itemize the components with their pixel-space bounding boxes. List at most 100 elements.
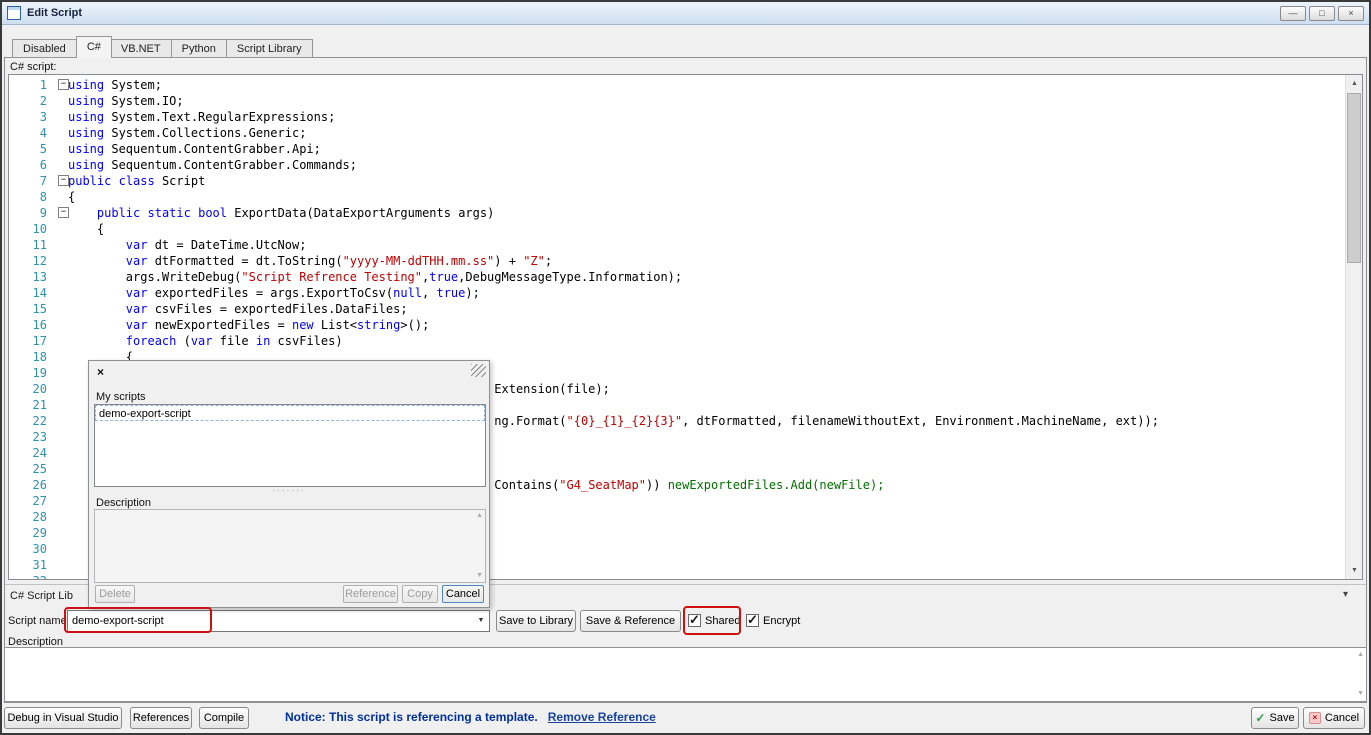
code-text: using System.Collections.Generic; [68, 125, 306, 141]
scroll-down-icon[interactable]: ▼ [1357, 690, 1364, 698]
encrypt-checkbox[interactable] [746, 614, 759, 627]
code-text: foreach (var file in csvFiles) [68, 333, 343, 349]
editor-label: C# script: [10, 61, 56, 73]
tab-script-library[interactable]: Script Library [227, 39, 313, 58]
code-text: using System; [68, 77, 162, 93]
tab-c[interactable]: C# [76, 36, 112, 58]
my-scripts-label: My scripts [96, 391, 146, 403]
description-textarea[interactable] [5, 648, 1366, 701]
splitter-handle-icon[interactable] [89, 487, 489, 495]
code-line-13: 13 args.WriteDebug("Script Refrence Test… [9, 269, 1344, 285]
code-text: var dtFormatted = dt.ToString("yyyy-MM-d… [68, 253, 552, 269]
code-line-10: 10 { [9, 221, 1344, 237]
scroll-down-icon: ▼ [476, 572, 483, 580]
code-line-8: 8{ [9, 189, 1344, 205]
popup-cancel-button[interactable]: Cancel [442, 585, 484, 603]
editor-scrollbar[interactable]: ▲ ▼ [1345, 75, 1362, 579]
popup-description-box: ▲ ▼ [94, 509, 486, 583]
code-line-15: 15 var csvFiles = exportedFiles.DataFile… [9, 301, 1344, 317]
references-button[interactable]: References [130, 707, 192, 729]
popup-description-label: Description [96, 497, 151, 509]
line-number: 18 [9, 349, 47, 365]
code-text: var newExportedFiles = new List<string>(… [68, 317, 429, 333]
line-number: 3 [9, 109, 47, 125]
script-name-label: Script name: [8, 615, 70, 627]
script-name-input[interactable] [68, 611, 472, 631]
code-line-3: 3 using System.Text.RegularExpressions; [9, 109, 1344, 125]
code-text: var csvFiles = exportedFiles.DataFiles; [68, 301, 408, 317]
line-number: 11 [9, 237, 47, 253]
line-number: 29 [9, 525, 47, 541]
combo-dropdown-icon[interactable]: ▼ [473, 611, 489, 631]
save-and-reference-button[interactable]: Save & Reference [580, 610, 681, 632]
line-number: 1 [9, 77, 47, 93]
line-number: 12 [9, 253, 47, 269]
shared-checkbox[interactable] [688, 614, 701, 627]
line-number: 27 [9, 493, 47, 509]
save-check-icon: ✓ [1255, 711, 1265, 725]
compile-button[interactable]: Compile [199, 707, 249, 729]
line-number: 13 [9, 269, 47, 285]
code-text: using System.IO; [68, 93, 184, 109]
cancel-button[interactable]: × Cancel [1303, 707, 1365, 729]
remove-reference-link[interactable]: Remove Reference [548, 710, 656, 724]
code-text: using Sequentum.ContentGrabber.Commands; [68, 157, 357, 173]
popup-close-icon[interactable]: × [97, 365, 104, 379]
script-library-popup: × My scripts demo-export-script Descript… [88, 360, 490, 608]
line-number: 24 [9, 445, 47, 461]
window-title: Edit Script [27, 7, 82, 19]
code-line-14: 14 var exportedFiles = args.ExportToCsv(… [9, 285, 1344, 301]
title-bar[interactable]: Edit Script — □ × [2, 2, 1369, 25]
line-number: 7 [9, 173, 47, 189]
code-text: using System.Text.RegularExpressions; [68, 109, 335, 125]
code-text: var exportedFiles = args.ExportToCsv(nul… [68, 285, 480, 301]
debug-in-visual-studio-button[interactable]: Debug in Visual Studio [4, 707, 122, 729]
code-line-1: 1−using System; [9, 77, 1344, 93]
code-line-6: 6 using Sequentum.ContentGrabber.Commands… [9, 157, 1344, 173]
reference-button[interactable]: Reference [343, 585, 398, 603]
notice-area: Notice: This script is referencing a tem… [285, 710, 656, 724]
line-number: 26 [9, 477, 47, 493]
copy-button[interactable]: Copy [402, 585, 438, 603]
code-text: args.WriteDebug("Script Refrence Testing… [68, 269, 682, 285]
save-to-library-button[interactable]: Save to Library [496, 610, 576, 632]
line-number: 5 [9, 141, 47, 157]
chevron-down-icon[interactable]: ▾ [1343, 589, 1348, 600]
line-number: 32 [9, 573, 47, 580]
save-button-label: Save [1269, 712, 1294, 724]
scroll-up-icon[interactable]: ▲ [1357, 651, 1364, 659]
tab-python[interactable]: Python [172, 39, 227, 58]
line-number: 6 [9, 157, 47, 173]
save-button[interactable]: ✓ Save [1251, 707, 1299, 729]
script-name-combobox[interactable]: ▼ [67, 610, 490, 632]
code-text: { [68, 189, 75, 205]
line-number: 28 [9, 509, 47, 525]
code-line-2: 2using System.IO; [9, 93, 1344, 109]
line-number: 22 [9, 413, 47, 429]
script-library-band-label: C# Script Lib [10, 590, 73, 602]
code-text: var dt = DateTime.UtcNow; [68, 237, 306, 253]
code-text: { [68, 221, 104, 237]
code-text: public class Script [68, 173, 205, 189]
scrollbar-thumb[interactable] [1347, 93, 1361, 263]
shared-checkbox-label: Shared [705, 615, 740, 627]
line-number: 16 [9, 317, 47, 333]
script-list-item[interactable]: demo-export-script [95, 405, 485, 421]
minimize-icon[interactable]: — [1280, 6, 1306, 21]
tab-disabled[interactable]: Disabled [12, 39, 77, 58]
code-line-16: 16 var newExportedFiles = new List<strin… [9, 317, 1344, 333]
code-line-17: 17 foreach (var file in csvFiles) [9, 333, 1344, 349]
close-icon[interactable]: × [1338, 6, 1364, 21]
scroll-up-icon: ▲ [476, 512, 483, 520]
scroll-down-icon[interactable]: ▼ [1346, 562, 1363, 579]
delete-button[interactable]: Delete [95, 585, 135, 603]
line-number: 19 [9, 365, 47, 381]
maximize-icon[interactable]: □ [1309, 6, 1335, 21]
line-number: 17 [9, 333, 47, 349]
scroll-up-icon[interactable]: ▲ [1346, 75, 1363, 92]
popup-resize-grip-icon[interactable] [471, 364, 486, 377]
code-line-9: 9− public static bool ExportData(DataExp… [9, 205, 1344, 221]
code-line-12: 12 var dtFormatted = dt.ToString("yyyy-M… [9, 253, 1344, 269]
scripts-listbox[interactable]: demo-export-script [94, 404, 486, 487]
tab-vb-net[interactable]: VB.NET [111, 39, 172, 58]
